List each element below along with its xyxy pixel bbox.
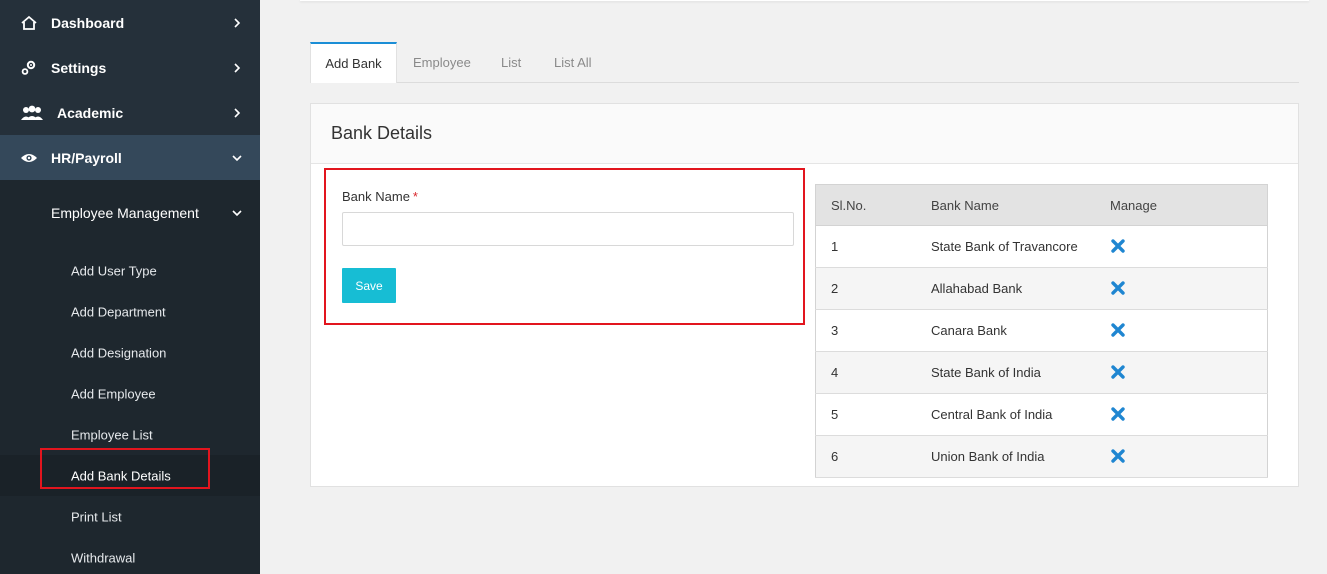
bank-table: Sl.No. Bank Name Manage 1 State Bank of T…: [815, 184, 1268, 478]
nav-label: HR/Payroll: [51, 149, 122, 166]
bank-form: Bank Name * Save: [324, 168, 805, 325]
chevron-right-icon: [232, 62, 242, 73]
field-label-text: Bank Name: [342, 189, 410, 204]
row-bank-name: Allahabad Bank: [930, 267, 1109, 310]
gears-icon: [18, 59, 40, 77]
tab-label: Add Bank: [325, 56, 382, 71]
row-manage: [1109, 267, 1268, 310]
nav-label: Employee List: [71, 427, 153, 442]
nav-employee-management[interactable]: Employee Management: [0, 187, 260, 239]
nav-dashboard[interactable]: Dashboard: [0, 0, 260, 45]
tab-label: List All: [554, 55, 592, 70]
nav-add-department[interactable]: Add Department: [0, 291, 260, 332]
nav-label: Academic: [57, 104, 124, 121]
row-manage: [1109, 309, 1268, 352]
row-manage: [1109, 225, 1268, 268]
nav-label: Withdrawal: [71, 550, 136, 565]
row-manage: [1109, 351, 1268, 394]
panel-title: Bank Details: [331, 123, 433, 143]
row-bank-name: Union Bank of India: [930, 435, 1109, 478]
row-bank-name: Canara Bank: [930, 309, 1109, 352]
bank-details-panel: Bank Details Bank Name * Save Sl.No. Bank…: [310, 103, 1299, 487]
sidebar: Dashboard Settings Academic HR/Payroll E…: [0, 0, 260, 574]
top-panel-edge: [300, 0, 1309, 1]
nav-label: Employee Management: [51, 205, 199, 221]
table-header-row: Sl.No. Bank Name Manage: [815, 184, 1268, 226]
tab-list[interactable]: List: [501, 42, 521, 82]
tab-list-all[interactable]: List All: [554, 42, 592, 82]
row-number: 5: [815, 393, 930, 436]
nav-label: Add Department: [71, 304, 166, 319]
column-header: Manage: [1109, 184, 1268, 226]
table-row: 3 Canara Bank: [815, 309, 1268, 352]
bank-name-label: Bank Name *: [342, 189, 418, 204]
table-row: 2 Allahabad Bank: [815, 267, 1268, 310]
nav-withdrawal[interactable]: Withdrawal: [0, 537, 260, 574]
nav-add-designation[interactable]: Add Designation: [0, 332, 260, 373]
chevron-down-icon: [232, 208, 242, 218]
table-row: 5 Central Bank of India: [815, 393, 1268, 436]
nav-add-user-type[interactable]: Add User Type: [0, 250, 260, 291]
table-row: 4 State Bank of India: [815, 351, 1268, 394]
column-header: Bank Name: [930, 184, 1109, 226]
nav-label: Add Employee: [71, 386, 156, 401]
delete-x-icon[interactable]: [1110, 280, 1126, 296]
tab-employee[interactable]: Employee: [413, 42, 471, 82]
column-header: Sl.No.: [815, 184, 930, 226]
row-bank-name: State Bank of India: [930, 351, 1109, 394]
row-bank-name: State Bank of Travancore: [930, 225, 1109, 268]
eye-icon: [18, 149, 40, 167]
row-manage: [1109, 393, 1268, 436]
nav-settings[interactable]: Settings: [0, 45, 260, 90]
delete-x-icon[interactable]: [1110, 364, 1126, 380]
nav-label: Settings: [51, 59, 107, 76]
row-number: 6: [815, 435, 930, 478]
nav-label: Print List: [71, 509, 122, 524]
table-row: 6 Union Bank of India: [815, 435, 1268, 478]
save-button[interactable]: Save: [342, 268, 396, 303]
nav-label: Dashboard: [51, 14, 125, 31]
tab-add-bank[interactable]: Add Bank: [310, 42, 397, 83]
chevron-right-icon: [232, 107, 242, 118]
bank-name-input[interactable]: [342, 212, 794, 246]
home-icon: [18, 14, 40, 32]
chevron-down-icon: [232, 153, 242, 163]
delete-x-icon[interactable]: [1110, 322, 1126, 338]
required-marker: *: [412, 189, 418, 204]
panel-header: Bank Details: [311, 104, 1298, 164]
row-manage: [1109, 435, 1268, 478]
nav-academic[interactable]: Academic: [0, 90, 260, 135]
nav-hr-payroll[interactable]: HR/Payroll: [0, 135, 260, 180]
nav-add-employee[interactable]: Add Employee: [0, 373, 260, 414]
tab-bar: Add Bank Employee List List All: [310, 42, 1299, 83]
chevron-right-icon: [232, 17, 242, 28]
delete-x-icon[interactable]: [1110, 448, 1126, 464]
table-row: 1 State Bank of Travancore: [815, 225, 1268, 268]
hr-payroll-submenu: Employee Management Add User Type Add De…: [0, 180, 260, 574]
tab-label: Employee: [413, 55, 471, 70]
nav-label: Add Designation: [71, 345, 167, 360]
highlight-box: [40, 448, 210, 489]
row-number: 2: [815, 267, 930, 310]
row-number: 3: [815, 309, 930, 352]
nav-print-list[interactable]: Print List: [0, 496, 260, 537]
delete-x-icon[interactable]: [1110, 406, 1126, 422]
users-icon: [20, 104, 44, 122]
nav-label: Add User Type: [71, 263, 157, 278]
row-bank-name: Central Bank of India: [930, 393, 1109, 436]
row-number: 4: [815, 351, 930, 394]
tab-label: List: [501, 55, 522, 70]
delete-x-icon[interactable]: [1110, 238, 1126, 254]
row-number: 1: [815, 225, 930, 268]
